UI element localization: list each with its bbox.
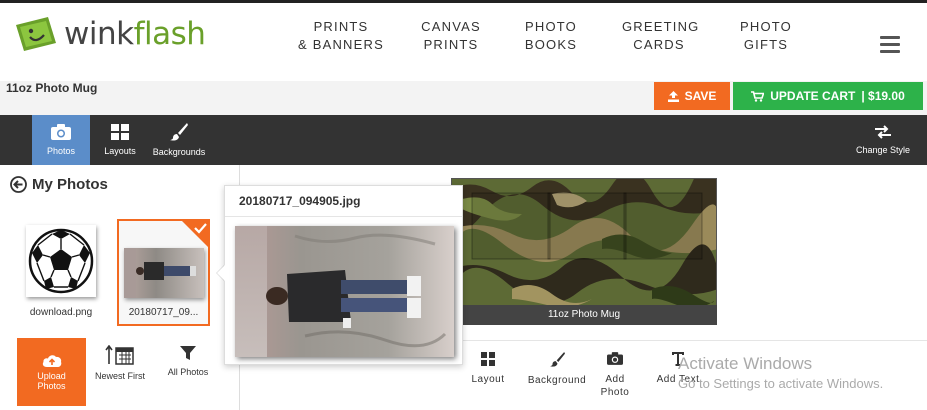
photo-filename: download.png xyxy=(29,307,93,318)
upload-label-line2: Photos xyxy=(37,381,66,391)
nav-photo-books[interactable]: PHOTO BOOKS xyxy=(524,18,578,54)
nav-label-line1: PHOTO xyxy=(525,19,577,34)
canvas-label: 11oz Photo Mug xyxy=(451,305,717,325)
nav-label-line2: BOOKS xyxy=(524,37,578,52)
brush-icon xyxy=(170,123,188,141)
nav-label-line2: & BANNERS xyxy=(298,37,384,52)
selected-check-icon xyxy=(180,219,210,249)
nav-label-line2: CARDS xyxy=(633,37,685,52)
popover-divider xyxy=(225,216,462,217)
camouflage-background-image xyxy=(452,179,716,324)
hamburger-icon[interactable] xyxy=(880,36,900,53)
photo-filename: 20180717_09... xyxy=(128,307,199,318)
add-photo-button[interactable]: Add Photo xyxy=(594,352,636,399)
camera-icon xyxy=(607,352,623,365)
edit-tool-label: Background xyxy=(527,375,587,386)
logo-wink: wink xyxy=(64,16,134,52)
nav-label-line2: PRINTS xyxy=(423,37,479,52)
tab-label: Backgrounds xyxy=(152,147,206,157)
update-cart-button[interactable]: UPDATE CART | $19.00 xyxy=(733,82,923,110)
product-title: 11oz Photo Mug xyxy=(6,81,98,95)
upload-label-line1: Upload xyxy=(37,371,66,381)
nav-label-line1: CANVAS xyxy=(421,19,481,34)
newest-first-button[interactable]: Newest First xyxy=(90,345,150,381)
nav-label-line2: GIFTS xyxy=(743,37,789,52)
filter-icon xyxy=(180,346,196,360)
camera-icon xyxy=(51,124,71,140)
logo-text: winkflash xyxy=(64,16,206,52)
change-style-button[interactable]: Change Style xyxy=(850,115,916,165)
grid-icon xyxy=(111,124,129,140)
back-arrow-icon xyxy=(10,176,27,193)
photo-thumbnail-download[interactable] xyxy=(26,225,96,297)
layout-tool-button[interactable]: Layout xyxy=(466,352,510,385)
cart-price: | $19.00 xyxy=(861,89,905,103)
sort-label: Newest First xyxy=(94,371,145,381)
my-photos-label: My Photos xyxy=(32,176,108,193)
swap-arrows-icon xyxy=(875,125,891,139)
activate-windows-title: Activate Windows xyxy=(678,354,813,373)
background-tool-button[interactable]: Background xyxy=(524,352,590,386)
add-photo-line1: Add xyxy=(605,374,625,385)
popover-filename: 20180717_094905.jpg xyxy=(239,194,361,208)
logo[interactable]: winkflash xyxy=(14,16,206,52)
save-label: SAVE xyxy=(684,89,717,103)
save-button[interactable]: SAVE xyxy=(654,82,730,110)
activate-windows-subtitle: Go to Settings to activate Windows. xyxy=(678,376,884,391)
all-photos-filter-button[interactable]: All Photos xyxy=(160,345,216,377)
upload-icon xyxy=(667,90,679,102)
tab-layouts[interactable]: Layouts xyxy=(100,115,140,165)
nav-prints-banners[interactable]: PRINTS & BANNERS xyxy=(296,18,386,54)
nav-label-line1: PHOTO xyxy=(740,19,792,34)
nav-photo-gifts[interactable]: PHOTO GIFTS xyxy=(740,18,792,54)
nav-greeting-cards[interactable]: GREETING CARDS xyxy=(622,18,700,54)
my-photos-heading[interactable]: My Photos xyxy=(10,176,108,193)
change-style-label: Change Style xyxy=(855,145,911,155)
tab-backgrounds[interactable]: Backgrounds xyxy=(150,115,208,165)
add-photo-line2: Photo xyxy=(600,387,630,398)
cart-label: UPDATE CART xyxy=(770,89,856,103)
logo-flash: flash xyxy=(133,16,206,52)
sort-calendar-icon xyxy=(105,345,134,365)
logo-mark-icon xyxy=(14,17,58,51)
popover-arrow xyxy=(217,264,226,282)
tab-photos[interactable]: Photos xyxy=(32,115,90,165)
grid-icon xyxy=(481,352,495,366)
edit-tool-label: Layout xyxy=(471,374,505,385)
cloud-upload-icon xyxy=(42,355,61,367)
soccer-ball-image xyxy=(28,228,94,294)
brush-icon xyxy=(549,352,565,367)
person-photo-image xyxy=(124,248,204,298)
filter-label: All Photos xyxy=(167,367,209,377)
tab-label: Layouts xyxy=(104,146,136,156)
tab-label: Photos xyxy=(46,146,76,156)
person-photo-large-image xyxy=(235,226,454,357)
nav-label-line1: GREETING xyxy=(622,19,700,34)
popover-photo xyxy=(235,226,454,357)
photo-thumbnail-person xyxy=(124,248,204,298)
cart-icon xyxy=(751,90,765,102)
mug-canvas[interactable] xyxy=(451,178,717,325)
upload-photos-button[interactable]: Upload Photos xyxy=(17,338,86,406)
nav-canvas-prints[interactable]: CANVAS PRINTS xyxy=(420,18,482,54)
nav-label-line1: PRINTS xyxy=(313,19,369,34)
